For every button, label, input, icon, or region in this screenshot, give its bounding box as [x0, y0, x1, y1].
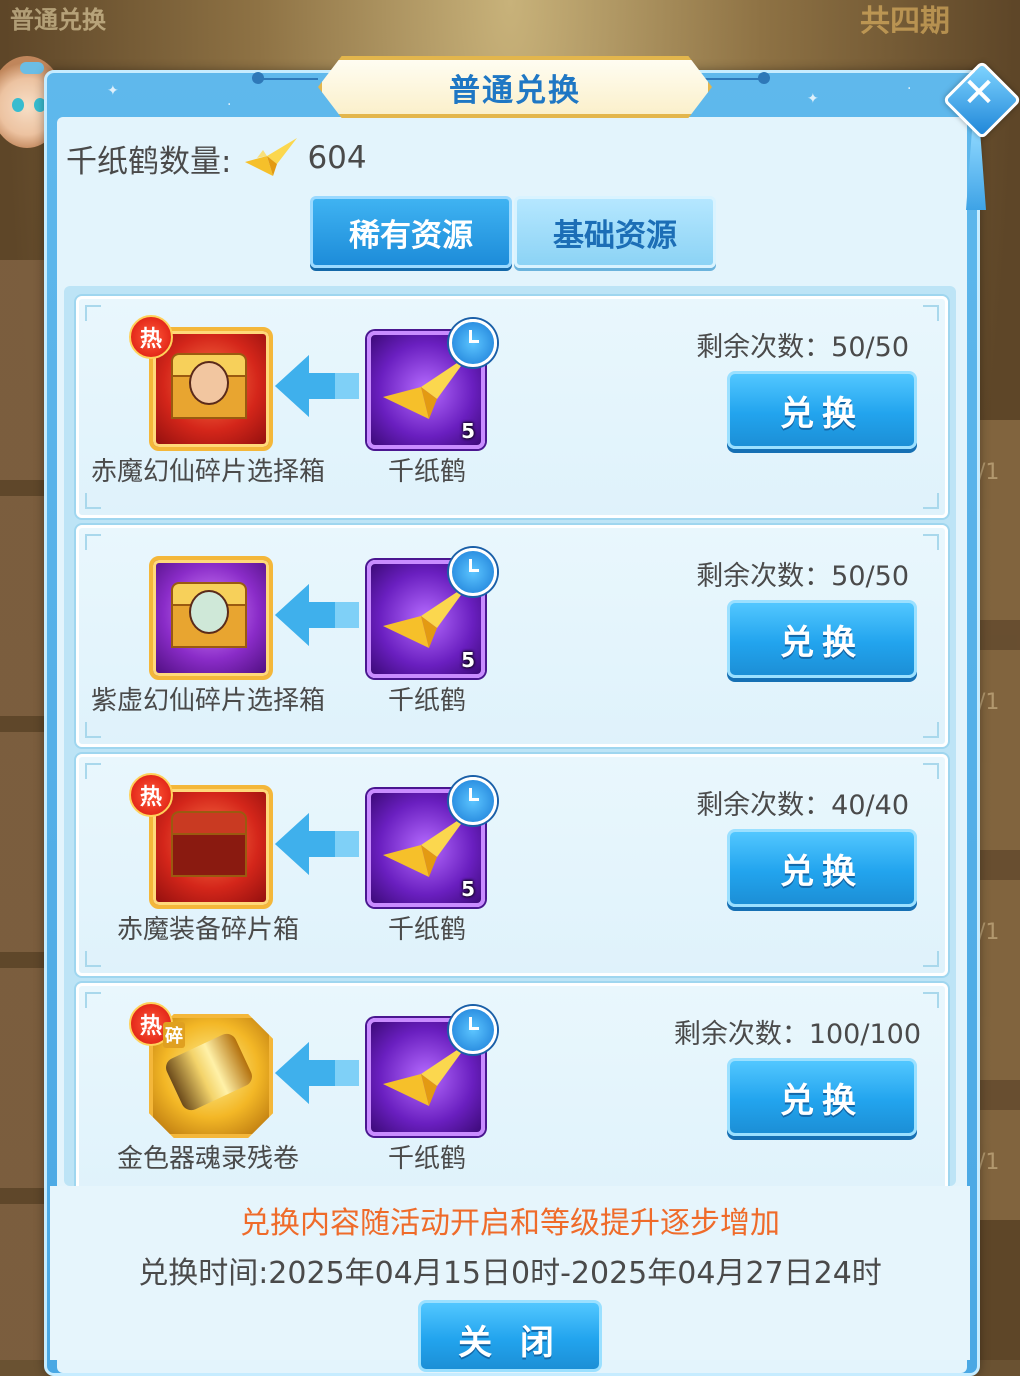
remaining-count: 剩余次数：40/40	[696, 790, 909, 821]
fragment-badge: 碎	[163, 1022, 185, 1048]
title-dot-left	[252, 72, 264, 84]
dialog-title: 普通兑换	[449, 72, 581, 109]
remaining-count: 剩余次数：100/100	[673, 1019, 921, 1050]
remaining-count: 剩余次数：50/50	[696, 561, 909, 592]
cost-name: 千纸鹤	[387, 915, 466, 945]
title-ornament-right	[704, 78, 764, 80]
paper-crane-icon	[245, 138, 298, 176]
background-side-mark: /1	[978, 690, 1000, 715]
clock-icon	[449, 1006, 497, 1054]
cost-name: 千纸鹤	[387, 457, 466, 487]
arrow-left-icon	[275, 355, 359, 417]
dialog-title-banner: 普通兑换	[318, 56, 712, 118]
purple-chest-icon[interactable]	[149, 556, 273, 680]
arrow-left-icon	[275, 584, 359, 646]
close-icon[interactable]: ✕	[942, 60, 1020, 140]
clock-icon	[449, 777, 497, 825]
close-button[interactable]: 关 闭	[418, 1300, 602, 1372]
exchange-period: 兑换时间:2025年04月15日0时-2025年04月27日24时	[138, 1256, 882, 1291]
exchange-button[interactable]: 兑换	[727, 829, 917, 907]
cost-count: 5	[461, 877, 475, 901]
exchange-notice: 兑换内容随活动开启和等级提升逐步增加	[240, 1206, 780, 1241]
dialog-footer: 兑换内容随活动开启和等级提升逐步增加 兑换时间:2025年04月15日0时-20…	[50, 1186, 970, 1372]
list-item: 热 碎 金色器魂录残卷 千纸鹤 剩余次数：100/100 兑换	[76, 983, 948, 1186]
reward-name: 紫虚幻仙碎片选择箱	[90, 686, 325, 716]
reward-name: 赤魔幻仙碎片选择箱	[90, 457, 325, 487]
reward-name: 金色器魂录残卷	[116, 1144, 299, 1174]
reward-name: 赤魔装备碎片箱	[116, 915, 299, 945]
background-side-mark: /1	[978, 1150, 1000, 1175]
hot-badge: 热	[129, 773, 173, 817]
background-left-strip	[0, 260, 46, 1360]
arrow-left-icon	[275, 813, 359, 875]
exchange-button[interactable]: 兑换	[727, 600, 917, 678]
list-item: 5 紫虚幻仙碎片选择箱 千纸鹤 剩余次数：50/50 兑换	[76, 525, 948, 747]
cost-name: 千纸鹤	[387, 686, 466, 716]
exchange-list[interactable]: 热 5 赤魔幻仙碎片选择箱 千纸鹤 剩余次数：50/50 兑换 5 紫虚幻仙碎片…	[64, 286, 956, 1186]
tab-basic-resources[interactable]: 基础资源	[514, 196, 716, 268]
cost-count: 5	[461, 419, 475, 443]
background-period-label: 共四期	[860, 4, 950, 39]
currency-display: 千纸鹤数量: 604	[66, 136, 367, 180]
title-dot-right	[758, 72, 770, 84]
exchange-button[interactable]: 兑换	[727, 1058, 917, 1136]
hot-badge: 热	[129, 315, 173, 359]
arrow-left-icon	[275, 1042, 359, 1104]
exchange-button[interactable]: 兑换	[727, 371, 917, 449]
clock-icon	[449, 319, 497, 367]
title-ornament-left	[258, 78, 318, 80]
background-side-mark: /1	[978, 460, 1000, 485]
list-item: 热 5 赤魔装备碎片箱 千纸鹤 剩余次数：40/40 兑换	[76, 754, 948, 976]
remaining-count: 剩余次数：50/50	[696, 332, 909, 363]
tab-rare-resources[interactable]: 稀有资源	[310, 196, 512, 268]
list-item: 热 5 赤魔幻仙碎片选择箱 千纸鹤 剩余次数：50/50 兑换	[76, 296, 948, 518]
cost-count: 5	[461, 648, 475, 672]
clock-icon	[449, 548, 497, 596]
background-side-mark: /1	[978, 920, 1000, 945]
currency-label: 千纸鹤数量:	[66, 143, 232, 180]
cost-name: 千纸鹤	[387, 1144, 466, 1174]
currency-value: 604	[307, 140, 367, 176]
background-title: 普通兑换	[10, 6, 106, 34]
